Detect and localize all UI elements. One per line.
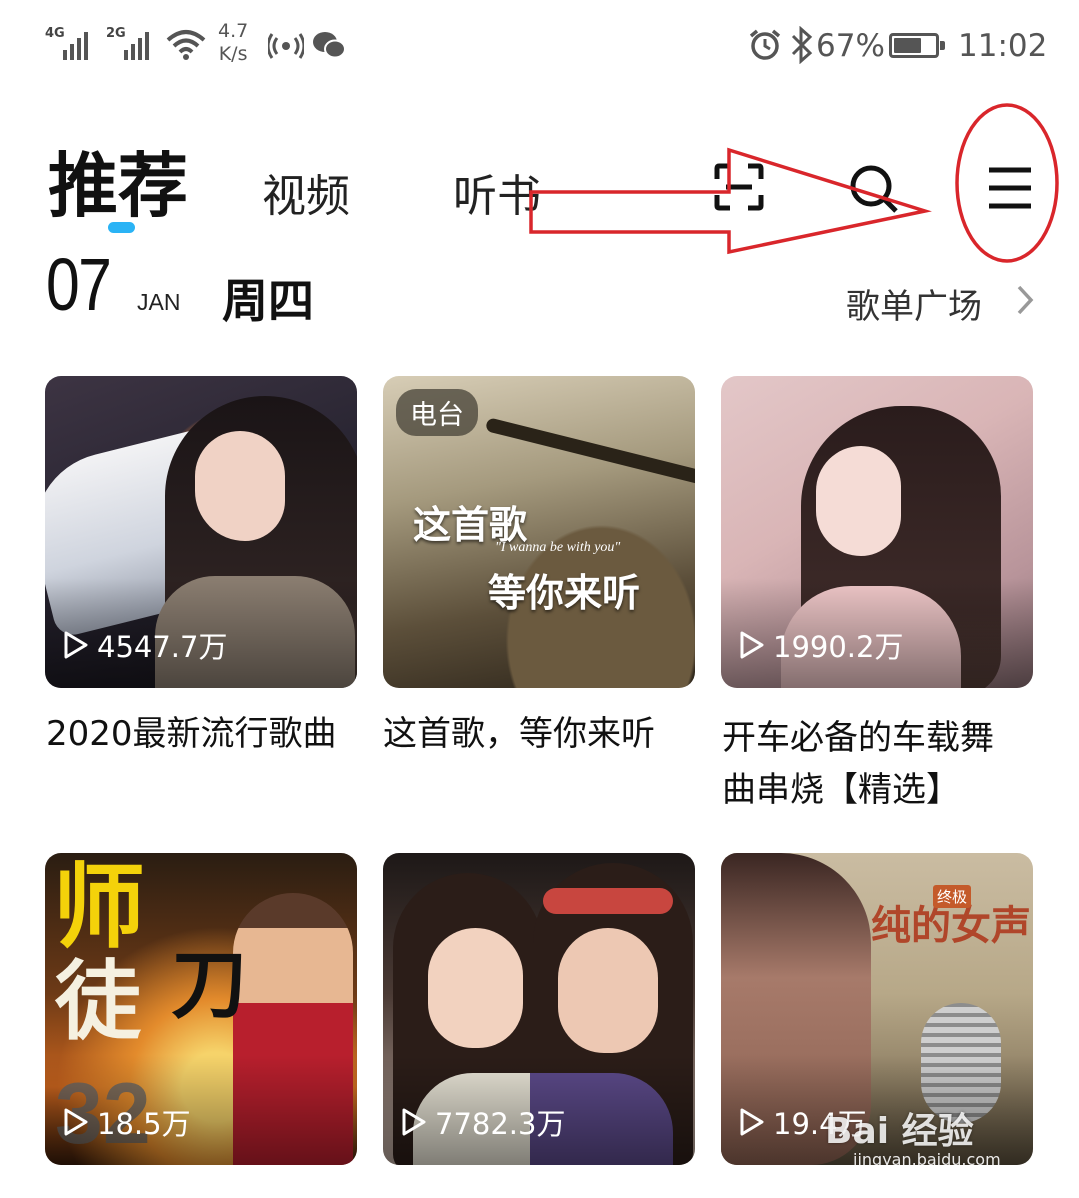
playlist-title[interactable]: 2020最新流行歌曲 bbox=[46, 708, 366, 760]
hotspot-icon bbox=[268, 33, 304, 59]
watermark-url: jingyan.baidu.com bbox=[853, 1150, 1001, 1169]
clock: 11:02 bbox=[958, 28, 1048, 64]
chevron-right-icon[interactable] bbox=[1014, 283, 1036, 317]
signal-4g-label: 4G bbox=[45, 26, 65, 41]
battery-icon bbox=[889, 33, 945, 58]
tab-recommend[interactable]: 推荐 bbox=[48, 130, 188, 231]
signal-icon bbox=[124, 30, 149, 60]
playlist-card[interactable]: 师 徒 刀 32 18.5万 bbox=[45, 853, 357, 1165]
play-count-value: 4547.7万 bbox=[97, 630, 228, 664]
playlist-card[interactable]: 4547.7万 bbox=[45, 376, 357, 688]
cover-text: 徒 bbox=[55, 951, 141, 1052]
cover-text: 师 bbox=[53, 853, 146, 961]
cover-text: "I wanna be with you" bbox=[495, 540, 621, 555]
search-icon[interactable] bbox=[848, 163, 900, 215]
signal-2g-label: 2G bbox=[106, 26, 126, 41]
play-icon bbox=[64, 631, 88, 659]
play-icon bbox=[64, 1108, 88, 1136]
battery-percent: 67% bbox=[816, 28, 885, 64]
date-day: 07 bbox=[46, 243, 112, 326]
signal-icon bbox=[63, 30, 88, 60]
date-weekday: 周四 bbox=[222, 274, 314, 328]
play-count-value: 18.5万 bbox=[97, 1107, 191, 1141]
radio-tag: 电台 bbox=[396, 389, 478, 436]
net-speed-unit: K/s bbox=[218, 43, 248, 65]
play-icon bbox=[740, 631, 764, 659]
play-count: 7782.3万 bbox=[401, 1101, 565, 1143]
play-count-value: 1990.2万 bbox=[773, 630, 904, 664]
tab-audiobook[interactable]: 听书 bbox=[453, 160, 541, 224]
tab-video[interactable]: 视频 bbox=[262, 160, 350, 224]
net-speed-value: 4.7 bbox=[218, 20, 249, 42]
scan-icon[interactable] bbox=[714, 163, 764, 211]
active-tab-indicator bbox=[108, 222, 135, 233]
cover-text: 刀 bbox=[171, 940, 247, 1029]
playlist-card[interactable]: 电台 这首歌 "I wanna be with you" 等你来听 bbox=[383, 376, 695, 688]
date-month: JAN bbox=[137, 289, 181, 315]
play-icon bbox=[740, 1108, 764, 1136]
play-icon bbox=[402, 1108, 426, 1136]
playlist-title[interactable]: 开车必备的车载舞 曲串烧【精选】 bbox=[722, 712, 1042, 816]
play-count: 4547.7万 bbox=[63, 624, 227, 666]
status-bar: 4G 2G 4.7 K/s 67% 11:02 bbox=[0, 0, 1079, 90]
wechat-icon bbox=[313, 32, 346, 59]
cover-text: 等你来听 bbox=[488, 570, 641, 615]
play-count: 1990.2万 bbox=[739, 624, 903, 666]
alarm-icon bbox=[749, 29, 781, 60]
playlist-title-line: 开车必备的车载舞 bbox=[722, 718, 994, 758]
playlist-plaza-link[interactable]: 歌单广场 bbox=[846, 279, 982, 328]
net-speed: 4.7 K/s bbox=[218, 20, 248, 66]
cover-text: 终极 bbox=[933, 885, 972, 908]
watermark-logo: Bai 经验 bbox=[825, 1111, 974, 1152]
playlist-title[interactable]: 这首歌，等你来听 bbox=[383, 708, 703, 760]
playlist-card[interactable]: 7782.3万 bbox=[383, 853, 695, 1165]
play-count-value: 7782.3万 bbox=[435, 1107, 566, 1141]
bluetooth-icon bbox=[791, 26, 813, 64]
menu-icon[interactable] bbox=[987, 166, 1033, 210]
play-count: 18.5万 bbox=[63, 1101, 191, 1143]
playlist-card[interactable]: 1990.2万 bbox=[721, 376, 1033, 688]
playlist-title-line: 曲串烧【精选】 bbox=[722, 770, 960, 810]
wifi-icon bbox=[166, 30, 206, 60]
